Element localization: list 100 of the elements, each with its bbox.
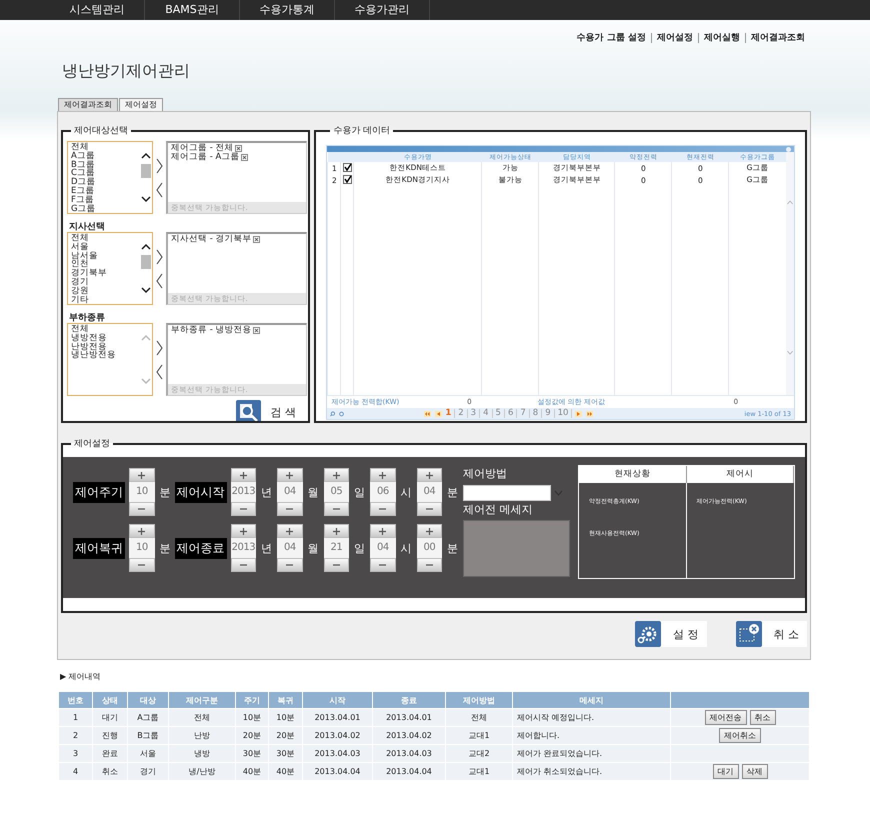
list-option[interactable]: 경기 xyxy=(71,278,137,287)
spinner-value[interactable]: 21 xyxy=(324,538,350,558)
column-header: 대상 xyxy=(128,692,168,708)
nav-menu-item[interactable]: BAMS관리 xyxy=(145,0,240,20)
field-label: 제어종료 xyxy=(174,538,226,558)
table-cell: 2013.04.04 xyxy=(302,762,372,780)
row-action-button[interactable]: 제어전송 xyxy=(704,710,746,725)
unit-label: 월 xyxy=(306,540,320,556)
list-option[interactable]: 강원 xyxy=(71,286,137,296)
spinner-value[interactable]: 04 xyxy=(277,538,303,558)
apply-button[interactable]: 설 정 xyxy=(635,621,706,647)
table-cell: 완료 xyxy=(92,744,128,762)
column-header: 복귀 xyxy=(268,692,302,708)
spinner-value[interactable]: 06 xyxy=(370,482,396,502)
table-cell: 4 xyxy=(58,762,92,780)
unit-label: 분 xyxy=(446,540,459,556)
table-cell: 서울 xyxy=(128,744,168,762)
table-cell: 교대1 xyxy=(446,726,512,744)
table-cell: 냉방 xyxy=(168,744,236,762)
table-cell: 40분 xyxy=(236,762,268,780)
top-link[interactable]: 수용가 그룹 설정 xyxy=(572,33,651,43)
table-cell: 전체 xyxy=(446,708,512,726)
spinner-value[interactable]: 2013 xyxy=(230,482,256,502)
row-action-button[interactable]: 대기 xyxy=(712,764,738,779)
table-cell: 2013.04.02 xyxy=(302,726,372,744)
list-option[interactable]: 전체 xyxy=(71,143,137,152)
search-button[interactable]: 검 색 xyxy=(236,400,304,421)
top-link[interactable]: 제어결과조회 xyxy=(745,33,810,43)
list-option[interactable]: 냉난방전용 xyxy=(71,351,137,360)
tab[interactable]: 제어설정 xyxy=(119,98,163,111)
column-header: 제어구분 xyxy=(168,692,236,708)
row-action-button[interactable]: 삭제 xyxy=(742,764,768,779)
table-cell: 난방 xyxy=(168,726,236,744)
list-option[interactable]: 냉방전용 xyxy=(71,334,137,343)
tab[interactable]: 제어결과조회 xyxy=(58,98,118,111)
table-cell: 30분 xyxy=(236,744,268,762)
nav-menu-item[interactable]: 수용가통계 xyxy=(240,0,335,20)
spinner-value[interactable]: 04 xyxy=(370,538,396,558)
unit-label: 월 xyxy=(306,484,320,500)
option-list[interactable]: 전체 서울 남서울 인천 경기북부 경기 강원 기타 xyxy=(67,232,153,305)
field-label: 제어방법 xyxy=(463,466,508,481)
list-option[interactable]: B그룹 xyxy=(71,160,137,170)
list-option[interactable]: 전체 xyxy=(71,234,137,243)
spinner-value[interactable]: 10 xyxy=(129,482,155,502)
list-option[interactable]: G그룹 xyxy=(71,204,137,213)
top-link[interactable]: 제어설정 xyxy=(651,33,698,43)
spinner-value[interactable]: 2013 xyxy=(230,538,256,558)
spinner-value[interactable]: 04 xyxy=(416,482,442,502)
table-cell: 1 xyxy=(58,708,92,726)
list-option[interactable]: 기타 xyxy=(71,296,137,304)
top-link[interactable]: 제어실행 xyxy=(698,33,745,43)
selected-item: 제어그룹 - 전체 xyxy=(171,144,234,153)
nav-menu-item[interactable]: 시스템관리 xyxy=(50,0,145,20)
column-header: 메세지 xyxy=(512,692,670,708)
table-cell: 제어시작 예정입니다. xyxy=(512,708,670,726)
table-cell: 2013.04.02 xyxy=(372,726,446,744)
cancel-button[interactable]: 취 소 xyxy=(736,621,807,647)
nav-menu-item[interactable]: 수용가관리 xyxy=(335,0,430,20)
list-option[interactable]: 인천 xyxy=(71,260,137,270)
unit-label: 분 xyxy=(158,540,172,556)
table-cell: 취소 xyxy=(92,762,128,780)
row-action-button[interactable]: 취소 xyxy=(750,710,776,725)
unit-label: 년 xyxy=(260,540,273,556)
unit-label: 시 xyxy=(400,484,412,500)
list-option[interactable]: E그룹 xyxy=(71,186,137,196)
list-option[interactable]: D그룹 xyxy=(71,178,137,187)
table-cell: 3 xyxy=(58,744,92,762)
spinner-value[interactable]: 05 xyxy=(324,482,350,502)
unit-label: 년 xyxy=(260,484,273,500)
column-header: 제어방법 xyxy=(446,692,512,708)
table-cell: 2013.04.01 xyxy=(372,708,446,726)
list-option[interactable]: 난방전용 xyxy=(71,342,137,352)
unit-label: 분 xyxy=(158,484,172,500)
table-cell: 2013.04.03 xyxy=(302,744,372,762)
column-header: 종료 xyxy=(372,692,446,708)
column-header: 현재상황 xyxy=(579,466,686,483)
option-list[interactable]: 전체 냉방전용 난방전용 냉난방전용 xyxy=(67,323,153,396)
spinner-value[interactable]: 00 xyxy=(416,538,442,558)
table-cell: 40분 xyxy=(268,762,302,780)
panel-legend: 제어대상선택 xyxy=(71,126,131,137)
list-option[interactable]: C그룹 xyxy=(71,169,137,178)
selected-item: 부하종류 - 냉방전용 xyxy=(171,326,252,335)
option-list[interactable]: 전체 A그룹 B그룹 C그룹 D그룹 E그룹 F그룹 G그룹 xyxy=(67,141,153,214)
column-header: 상태 xyxy=(92,692,128,708)
table-cell: 제어가 완료되었습니다. xyxy=(512,744,670,762)
list-option[interactable]: 서울 xyxy=(71,242,137,252)
table-cell: 제어가 취소되었습니다. xyxy=(512,762,670,780)
list-option[interactable]: A그룹 xyxy=(71,152,137,161)
spinner-value[interactable]: 10 xyxy=(129,538,155,558)
spinner-value[interactable]: 04 xyxy=(277,482,303,502)
column-header: 주기 xyxy=(236,692,268,708)
table-cell: A그룹 xyxy=(128,708,168,726)
panel-legend: 수용가 데이터 xyxy=(330,126,394,137)
list-option[interactable]: 경기북부 xyxy=(71,269,137,278)
unit-label: 분 xyxy=(446,484,459,500)
list-option[interactable]: F그룹 xyxy=(71,196,137,205)
row-action-button[interactable]: 제어취소 xyxy=(719,728,761,743)
list-option[interactable]: 전체 xyxy=(71,325,137,334)
list-option[interactable]: 남서울 xyxy=(71,252,137,260)
unit-label: 시 xyxy=(400,540,412,556)
